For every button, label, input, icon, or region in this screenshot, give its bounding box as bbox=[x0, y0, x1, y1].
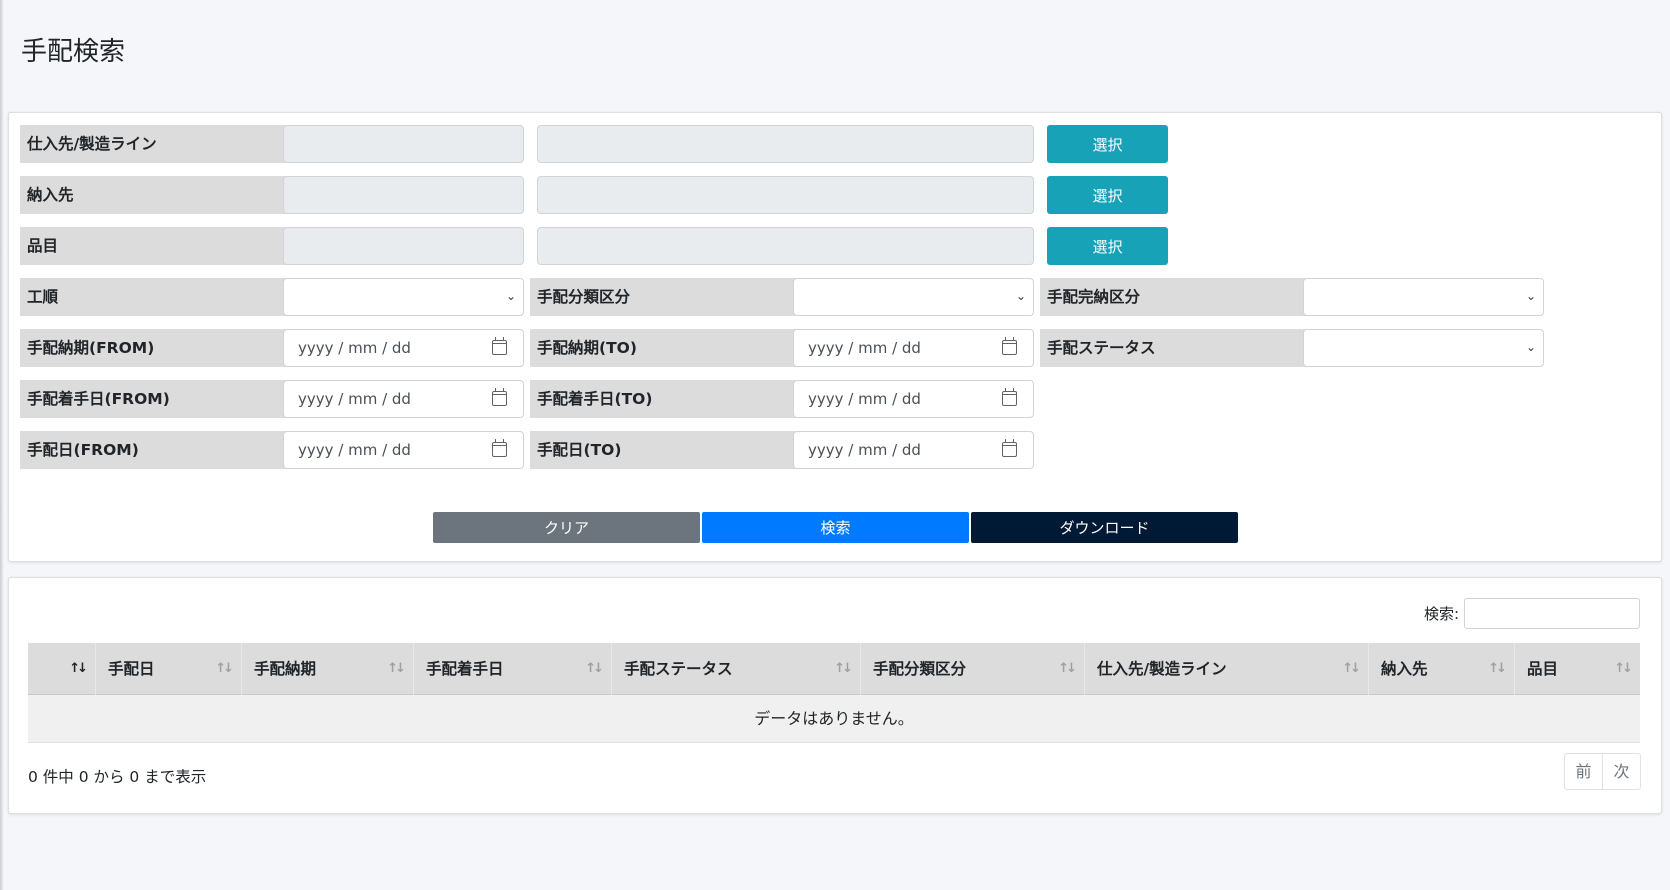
search-card: 仕入先/製造ライン 選択 納入先 選択 品目 選択 工順 ⌄ 手配分類区分 ⌄ … bbox=[8, 112, 1662, 562]
order-from-label: 手配日(FROM) bbox=[20, 431, 291, 469]
order-from-input[interactable]: yyyy / mm / dd bbox=[283, 431, 524, 469]
table-header: ↑↓ 手配日 ↑↓ 手配納期 ↑↓ 手配着手日 ↑↓ 手配ステータス ↑↓ 手配分類区分… bbox=[28, 643, 1640, 695]
completion-select[interactable]: ⌄ bbox=[1303, 278, 1544, 316]
column-header-start-date[interactable]: 手配着手日 ↑↓ bbox=[414, 643, 612, 695]
table-search-input[interactable] bbox=[1464, 598, 1640, 629]
column-label: 手配日 bbox=[108, 660, 155, 678]
process-label: 工順 bbox=[20, 278, 291, 316]
column-label: 納入先 bbox=[1381, 660, 1428, 678]
due-from-label: 手配納期(FROM) bbox=[20, 329, 291, 367]
column-label: 仕入先/製造ライン bbox=[1097, 660, 1227, 678]
category-select[interactable]: ⌄ bbox=[793, 278, 1034, 316]
sort-icon: ↑↓ bbox=[834, 661, 853, 676]
calendar-icon[interactable] bbox=[1002, 388, 1017, 406]
item-code-field bbox=[283, 227, 524, 265]
chevron-down-icon: ⌄ bbox=[1015, 289, 1026, 303]
status-select[interactable]: ⌄ bbox=[1303, 329, 1544, 367]
next-page-button[interactable]: 次 bbox=[1603, 754, 1640, 789]
empty-table-message: データはありません。 bbox=[28, 695, 1640, 743]
sort-icon: ↑↓ bbox=[1614, 661, 1633, 676]
column-label: 品目 bbox=[1527, 660, 1559, 678]
column-header-supplier[interactable]: 仕入先/製造ライン ↑↓ bbox=[1085, 643, 1369, 695]
table-search-label: 検索: bbox=[1424, 605, 1460, 623]
pagination: 前 次 bbox=[1564, 753, 1641, 790]
column-label: 手配分類区分 bbox=[873, 660, 967, 678]
date-placeholder: yyyy / mm / dd bbox=[298, 390, 411, 408]
download-button[interactable]: ダウンロード bbox=[971, 512, 1238, 543]
supplier-name-field bbox=[537, 125, 1034, 163]
calendar-icon[interactable] bbox=[492, 388, 507, 406]
completion-label: 手配完納区分 bbox=[1040, 278, 1311, 316]
column-label: 手配着手日 bbox=[426, 660, 504, 678]
sort-icon: ↑↓ bbox=[387, 661, 406, 676]
delivery-select-button[interactable]: 選択 bbox=[1047, 176, 1168, 214]
category-label: 手配分類区分 bbox=[530, 278, 801, 316]
left-edge-shadow bbox=[0, 0, 4, 890]
search-button[interactable]: 検索 bbox=[702, 512, 969, 543]
order-to-input[interactable]: yyyy / mm / dd bbox=[793, 431, 1034, 469]
table-info: 0 件中 0 から 0 まで表示 bbox=[28, 768, 207, 786]
column-header-index[interactable]: ↑↓ bbox=[28, 643, 96, 695]
sort-icon: ↑↓ bbox=[1488, 661, 1507, 676]
start-from-input[interactable]: yyyy / mm / dd bbox=[283, 380, 524, 418]
column-label: 手配ステータス bbox=[624, 660, 733, 678]
column-label: 手配納期 bbox=[254, 660, 317, 678]
date-placeholder: yyyy / mm / dd bbox=[808, 441, 921, 459]
sort-icon: ↑↓ bbox=[215, 661, 234, 676]
sort-icon: ↑↓ bbox=[1058, 661, 1077, 676]
date-placeholder: yyyy / mm / dd bbox=[298, 441, 411, 459]
status-label: 手配ステータス bbox=[1040, 329, 1311, 367]
clear-button[interactable]: クリア bbox=[433, 512, 700, 543]
result-card: 検索: ↑↓ 手配日 ↑↓ 手配納期 ↑↓ 手配着手日 ↑↓ 手配ステータス ↑↓ 手配… bbox=[8, 577, 1662, 814]
chevron-down-icon: ⌄ bbox=[1525, 289, 1536, 303]
sort-icon: ↑↓ bbox=[1342, 661, 1361, 676]
due-to-label: 手配納期(TO) bbox=[530, 329, 801, 367]
due-from-input[interactable]: yyyy / mm / dd bbox=[283, 329, 524, 367]
process-select[interactable]: ⌄ bbox=[283, 278, 524, 316]
column-header-delivery[interactable]: 納入先 ↑↓ bbox=[1369, 643, 1515, 695]
page-title: 手配検索 bbox=[21, 37, 126, 67]
calendar-icon[interactable] bbox=[492, 439, 507, 457]
column-header-order-date[interactable]: 手配日 ↑↓ bbox=[96, 643, 242, 695]
sort-icon: ↑↓ bbox=[69, 661, 88, 676]
item-name-field bbox=[537, 227, 1034, 265]
date-placeholder: yyyy / mm / dd bbox=[298, 339, 411, 357]
delivery-name-field bbox=[537, 176, 1034, 214]
item-select-button[interactable]: 選択 bbox=[1047, 227, 1168, 265]
supplier-code-field bbox=[283, 125, 524, 163]
chevron-down-icon: ⌄ bbox=[1525, 340, 1536, 354]
column-header-item[interactable]: 品目 ↑↓ bbox=[1515, 643, 1640, 695]
column-header-category[interactable]: 手配分類区分 ↑↓ bbox=[861, 643, 1085, 695]
date-placeholder: yyyy / mm / dd bbox=[808, 390, 921, 408]
start-to-input[interactable]: yyyy / mm / dd bbox=[793, 380, 1034, 418]
calendar-icon[interactable] bbox=[1002, 337, 1017, 355]
prev-page-button[interactable]: 前 bbox=[1565, 754, 1603, 789]
calendar-icon[interactable] bbox=[1002, 439, 1017, 457]
column-header-due-date[interactable]: 手配納期 ↑↓ bbox=[242, 643, 414, 695]
delivery-code-field bbox=[283, 176, 524, 214]
sort-icon: ↑↓ bbox=[585, 661, 604, 676]
order-to-label: 手配日(TO) bbox=[530, 431, 801, 469]
due-to-input[interactable]: yyyy / mm / dd bbox=[793, 329, 1034, 367]
start-from-label: 手配着手日(FROM) bbox=[20, 380, 291, 418]
chevron-down-icon: ⌄ bbox=[505, 289, 516, 303]
column-header-status[interactable]: 手配ステータス ↑↓ bbox=[612, 643, 861, 695]
date-placeholder: yyyy / mm / dd bbox=[808, 339, 921, 357]
start-to-label: 手配着手日(TO) bbox=[530, 380, 801, 418]
supplier-select-button[interactable]: 選択 bbox=[1047, 125, 1168, 163]
delivery-label: 納入先 bbox=[20, 176, 291, 214]
calendar-icon[interactable] bbox=[492, 337, 507, 355]
supplier-label: 仕入先/製造ライン bbox=[20, 125, 291, 163]
item-label: 品目 bbox=[20, 227, 291, 265]
